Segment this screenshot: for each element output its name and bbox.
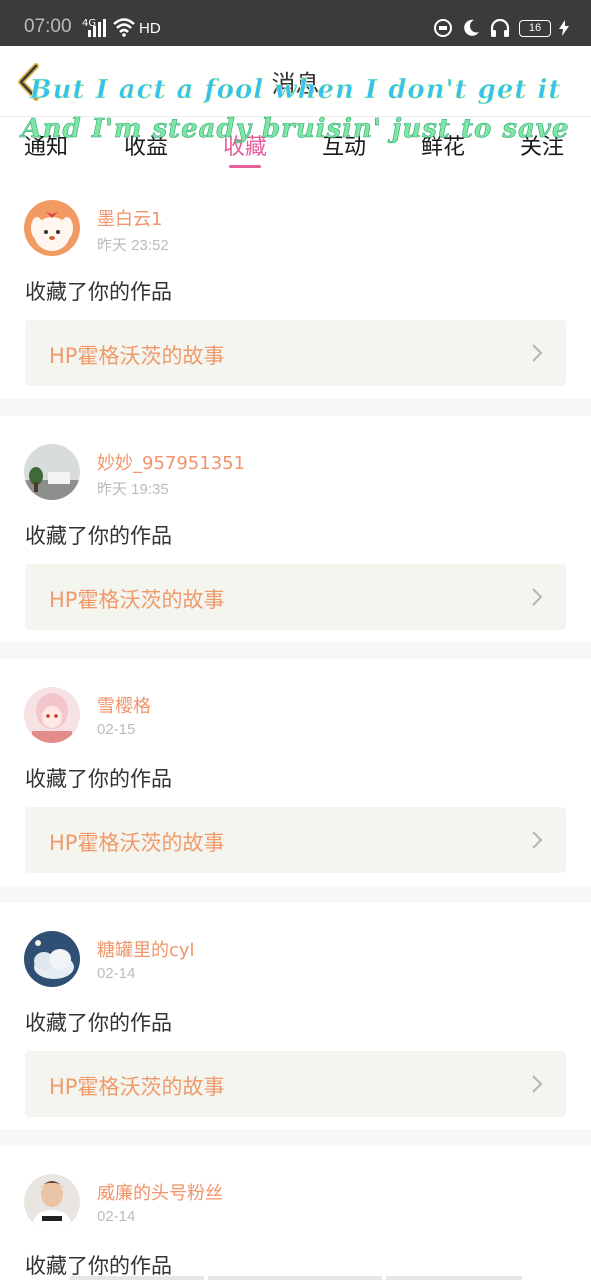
- avatar[interactable]: [24, 687, 80, 743]
- battery-level: 16: [528, 21, 542, 34]
- page-title: 消息: [271, 70, 320, 98]
- tab-notifications[interactable]: 通知: [24, 129, 68, 161]
- username[interactable]: 墨白云1: [97, 205, 162, 231]
- signal-icon: [88, 19, 106, 37]
- work-title: HP霍格沃茨的故事: [49, 587, 225, 612]
- room-avatar-icon: [24, 443, 80, 500]
- title-bar: 消息: [0, 46, 591, 116]
- work-title: HP霍格沃茨的故事: [49, 1074, 225, 1099]
- tab-interactions[interactable]: 互动: [322, 129, 366, 161]
- work-title: HP霍格沃茨的故事: [49, 831, 225, 855]
- work-link[interactable]: HP霍格沃茨的故事: [25, 320, 566, 386]
- divider: [0, 398, 591, 416]
- username[interactable]: 雪樱格: [97, 692, 151, 718]
- bottom-edge: [0, 1276, 591, 1280]
- action-text: 收藏了你的作品: [25, 523, 172, 548]
- status-icons: 16: [433, 17, 569, 39]
- divider: [0, 885, 591, 903]
- clock: 07:00: [24, 16, 72, 37]
- list-item: 威廉的头号粉丝 02-14 收藏了你的作品: [0, 1146, 591, 1278]
- work-link[interactable]: HP霍格沃茨的故事: [25, 563, 566, 630]
- status-bar: 07:00 4G HD 16: [0, 0, 591, 46]
- chevron-right-icon: [532, 587, 543, 606]
- action-text: 收藏了你的作品: [25, 1010, 172, 1035]
- avatar[interactable]: [24, 1174, 80, 1230]
- vpn-icon: [434, 19, 452, 37]
- avatar[interactable]: [24, 443, 80, 500]
- chevron-right-icon: [532, 1074, 543, 1093]
- tab-bar: 通知 收益 收藏 互动 鲜花 关注: [0, 116, 591, 172]
- divider: [0, 642, 591, 659]
- work-link[interactable]: HP霍格沃茨的故事: [25, 807, 566, 873]
- action-text: 收藏了你的作品: [25, 280, 172, 304]
- person-avatar-icon: [24, 1174, 80, 1230]
- tab-earnings[interactable]: 收益: [124, 129, 168, 161]
- tab-follows[interactable]: 关注: [520, 129, 564, 161]
- avatar[interactable]: [24, 200, 80, 256]
- notification-list: 墨白云1 昨天 23:52 收藏了你的作品 HP霍格沃茨的故事 妙妙_95795…: [0, 172, 591, 1278]
- wifi-icon: [113, 18, 135, 37]
- work-link[interactable]: HP霍格沃茨的故事: [25, 1050, 566, 1117]
- timestamp: 02-15: [97, 721, 136, 738]
- timestamp: 02-14: [97, 1208, 136, 1225]
- active-tab-indicator: [229, 165, 261, 168]
- action-text: 收藏了你的作品: [25, 767, 172, 791]
- headphones-icon: [490, 18, 510, 37]
- chevron-right-icon: [532, 831, 543, 849]
- list-item: 妙妙_957951351 昨天 19:35 收藏了你的作品 HP霍格沃茨的故事: [0, 415, 591, 659]
- list-item: 雪樱格 02-15 收藏了你的作品 HP霍格沃茨的故事: [0, 659, 591, 903]
- tab-favorites[interactable]: 收藏: [223, 129, 267, 161]
- avatar[interactable]: [24, 930, 80, 987]
- chevron-right-icon: [532, 344, 543, 362]
- timestamp: 昨天 19:35: [97, 480, 169, 498]
- username[interactable]: 威廉的头号粉丝: [97, 1179, 223, 1205]
- list-item: 墨白云1 昨天 23:52 收藏了你的作品 HP霍格沃茨的故事: [0, 172, 591, 416]
- tab-flowers[interactable]: 鲜花: [421, 129, 465, 161]
- list-item: 糖罐里的cyl 02-14 收藏了你的作品 HP霍格沃茨的故事: [0, 902, 591, 1146]
- username[interactable]: 妙妙_957951351: [97, 449, 245, 475]
- battery-icon: 16: [519, 19, 551, 37]
- anime-avatar-icon: [24, 687, 80, 743]
- work-title: HP霍格沃茨的故事: [49, 344, 225, 368]
- charging-icon: [559, 20, 569, 36]
- timestamp: 02-14: [97, 964, 136, 982]
- cloud-avatar-icon: [24, 930, 80, 987]
- hd-indicator: HD: [139, 20, 161, 37]
- timestamp: 昨天 23:52: [97, 237, 169, 254]
- divider: [0, 1129, 591, 1146]
- moon-icon: [464, 19, 479, 36]
- dog-avatar-icon: [24, 200, 80, 256]
- username[interactable]: 糖罐里的cyl: [97, 936, 195, 962]
